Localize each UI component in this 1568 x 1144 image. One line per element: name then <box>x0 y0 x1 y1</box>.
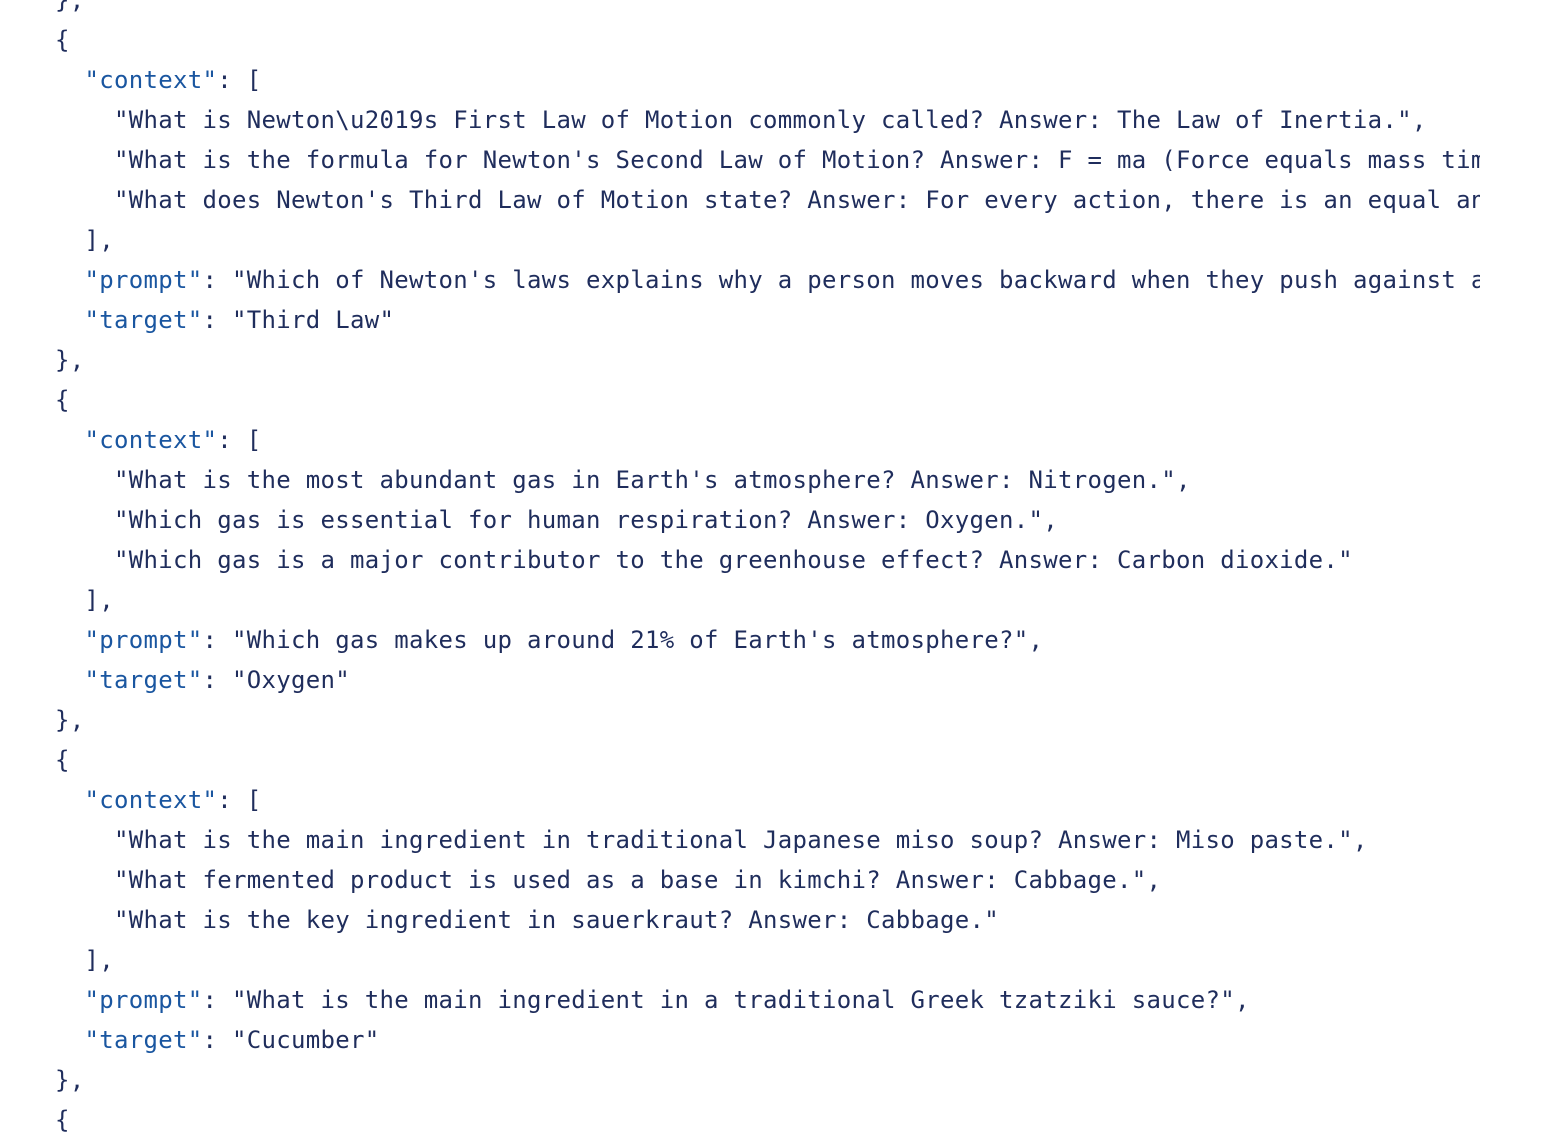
json-punctuation: { <box>55 746 70 774</box>
code-line: }, <box>55 1060 1480 1100</box>
json-punctuation: : <box>202 626 232 654</box>
json-string: "What fermented product is used as a bas… <box>114 866 1162 894</box>
code-line: "prompt": "Which of Newton's laws explai… <box>55 260 1481 300</box>
json-punctuation: { <box>55 1106 70 1134</box>
json-string: "Which gas is a major contributor to the… <box>114 546 1353 574</box>
json-string: "What is the main ingredient in traditio… <box>114 826 1368 854</box>
json-string: "Third Law" <box>232 306 395 334</box>
code-line: "target": "Third Law" <box>55 300 1480 340</box>
code-line: "prompt": "What is the main ingredient i… <box>55 980 1480 1020</box>
code-line: "What fermented product is used as a bas… <box>55 860 1480 900</box>
code-line: ], <box>55 220 1480 260</box>
code-line: "context": [ <box>55 780 1480 820</box>
json-punctuation: }, <box>55 706 85 734</box>
json-punctuation: : [ <box>217 426 262 454</box>
code-line: "What is the key ingredient in sauerkrau… <box>55 900 1480 940</box>
json-string: "What is Newton\u2019s First Law of Moti… <box>114 106 1427 134</box>
json-string: "What is the most abundant gas in Earth'… <box>114 466 1191 494</box>
json-punctuation: : [ <box>217 786 262 814</box>
json-punctuation: }, <box>55 1066 85 1094</box>
code-line: { <box>55 380 1480 420</box>
json-key: "target" <box>84 306 203 334</box>
json-key: "prompt" <box>84 986 203 1014</box>
json-string: "Which gas makes up around 21% of Earth'… <box>232 626 1044 654</box>
json-key: "prompt" <box>84 626 203 654</box>
code-line: }, <box>55 700 1480 740</box>
json-punctuation: : [ <box>217 66 262 94</box>
code-line: "What is Newton\u2019s First Law of Moti… <box>55 100 1480 140</box>
code-line: "What does Newton's Third Law of Motion … <box>55 180 1480 220</box>
json-punctuation: { <box>55 26 70 54</box>
json-key: "target" <box>84 1026 203 1054</box>
code-line: ], <box>55 940 1480 980</box>
json-string: "What is the formula for Newton's Second… <box>114 146 1480 174</box>
code-line: "What is the formula for Newton's Second… <box>55 140 1480 180</box>
code-line: "Which gas is essential for human respir… <box>55 500 1480 540</box>
code-line: "What is the main ingredient in traditio… <box>55 820 1480 860</box>
json-key: "context" <box>84 786 218 814</box>
code-line: "Which gas is a major contributor to the… <box>55 540 1480 580</box>
json-string: "What does Newton's Third Law of Motion … <box>114 186 1480 214</box>
json-key: "context" <box>84 426 218 454</box>
json-key: "target" <box>84 666 203 694</box>
json-string: "Cucumber" <box>232 1026 380 1054</box>
json-punctuation: : <box>202 1026 232 1054</box>
code-line: { <box>55 1100 1480 1140</box>
json-string: "Oxygen" <box>232 666 350 694</box>
json-punctuation: }, <box>55 0 85 14</box>
code-line: "context": [ <box>55 60 1480 100</box>
json-string: "Which gas is essential for human respir… <box>114 506 1058 534</box>
json-key: "prompt" <box>84 266 203 294</box>
json-punctuation: ], <box>84 946 114 974</box>
code-line: "target": "Oxygen" <box>55 660 1480 700</box>
json-key: "context" <box>84 66 218 94</box>
json-punctuation: ], <box>84 586 114 614</box>
json-punctuation: : <box>202 266 232 294</box>
code-viewer: },{ "context": [ "What is Newton\u2019s … <box>0 0 1480 1144</box>
json-punctuation: : <box>202 666 232 694</box>
code-line: "prompt": "Which gas makes up around 21%… <box>55 620 1480 660</box>
code-lines: },{ "context": [ "What is Newton\u2019s … <box>55 0 1480 1140</box>
json-string: "What is the main ingredient in a tradit… <box>232 986 1250 1014</box>
code-line: "target": "Cucumber" <box>55 1020 1480 1060</box>
json-punctuation: { <box>55 386 70 414</box>
json-punctuation: : <box>202 986 232 1014</box>
json-string: "Which of Newton's laws explains why a p… <box>232 266 1480 294</box>
json-punctuation: }, <box>55 346 85 374</box>
code-line: "context": [ <box>55 420 1480 460</box>
code-line: }, <box>55 0 1480 20</box>
json-punctuation: : <box>202 306 232 334</box>
code-line: { <box>55 740 1480 780</box>
code-line: "What is the most abundant gas in Earth'… <box>55 460 1480 500</box>
code-line: ], <box>55 580 1480 620</box>
json-string: "What is the key ingredient in sauerkrau… <box>114 906 999 934</box>
json-punctuation: ], <box>84 226 114 254</box>
code-line: }, <box>55 340 1480 380</box>
code-line: { <box>55 20 1480 60</box>
